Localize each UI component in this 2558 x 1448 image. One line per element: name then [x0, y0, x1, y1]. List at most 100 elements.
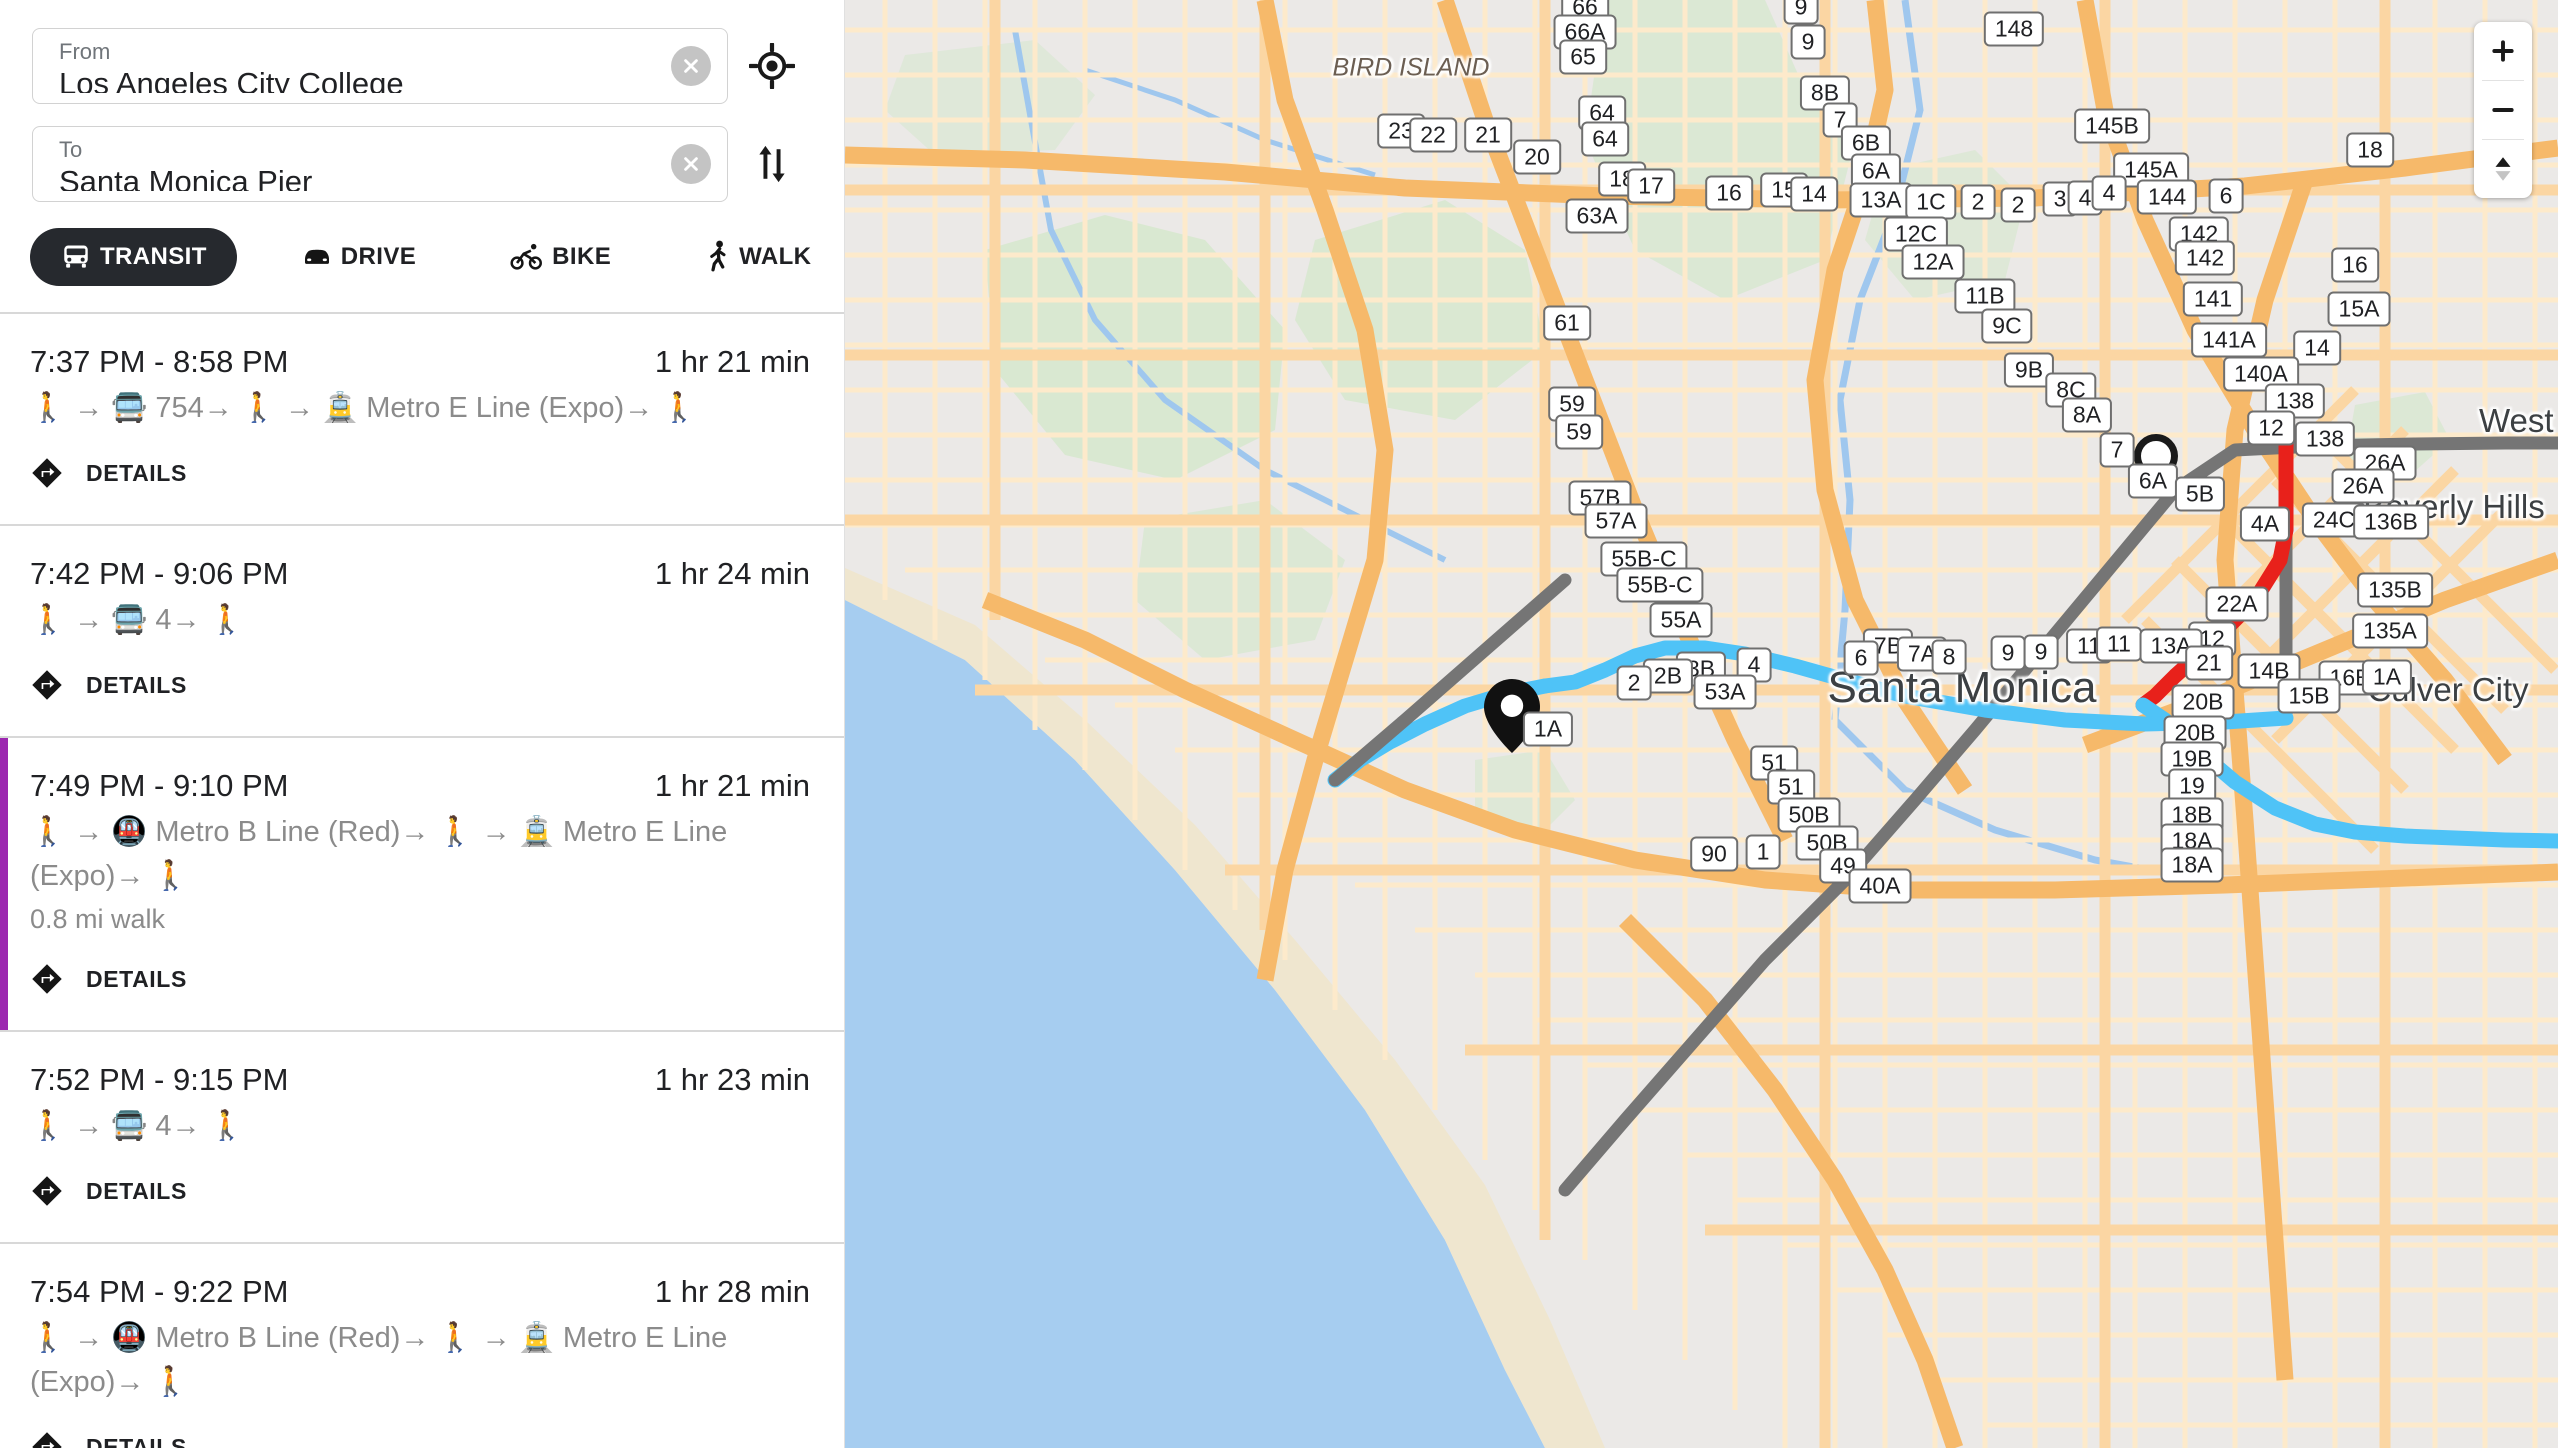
- tab-bike-label: BIKE: [552, 243, 612, 270]
- map-canvas[interactable]: BurbankGlendaleLos AngelesSanta MonicaWe…: [845, 0, 2558, 1448]
- my-location-button[interactable]: [728, 43, 816, 89]
- highway-exit-badge: 13A: [1849, 182, 1913, 218]
- highway-exit-badge: 40A: [1848, 868, 1912, 904]
- details-button[interactable]: DETAILS: [30, 1174, 810, 1208]
- highway-exit-badge: 8: [1931, 639, 1967, 675]
- highway-exit-badge: 20B: [2171, 684, 2235, 720]
- directions-icon: [32, 458, 62, 488]
- highway-exit-badge: 21: [1464, 117, 1512, 153]
- tab-bike[interactable]: BIKE: [480, 228, 641, 286]
- route-duration: 1 hr 23 min: [654, 1062, 810, 1097]
- highway-exit-badge: 8A: [2061, 397, 2113, 433]
- to-field[interactable]: To Santa Monica Pier: [32, 126, 728, 202]
- highway-exit-badge: 55B-C: [1616, 567, 1704, 603]
- highway-exit-badge: 15B: [2277, 678, 2341, 714]
- swap-endpoints-button[interactable]: [728, 141, 816, 187]
- details-button[interactable]: DETAILS: [30, 1430, 810, 1448]
- highway-exit-badge: 2: [1616, 665, 1652, 701]
- route-time: 7:52 PM - 9:15 PM: [30, 1062, 289, 1097]
- directions-icon: [32, 1432, 62, 1448]
- from-clear-icon[interactable]: [671, 46, 711, 86]
- highway-exit-badge: 6: [1843, 640, 1879, 676]
- plus-icon: [2492, 40, 2514, 62]
- tab-drive[interactable]: DRIVE: [271, 228, 446, 286]
- highway-exit-badge: 17: [1627, 168, 1675, 204]
- from-field[interactable]: From Los Angeles City College: [32, 28, 728, 104]
- from-label: From: [59, 39, 111, 64]
- highway-exit-badge: 4: [2091, 175, 2127, 211]
- highway-exit-badge: 18: [2346, 132, 2394, 168]
- tab-walk[interactable]: WALK: [675, 228, 841, 286]
- highway-exit-badge: 18A: [2160, 847, 2224, 883]
- highway-exit-badge: 22A: [2205, 586, 2269, 622]
- highway-exit-badge: 141A: [2191, 322, 2267, 358]
- to-label: To: [59, 137, 83, 162]
- highway-exit-badge: 12: [2247, 410, 2295, 446]
- zoom-out-button[interactable]: [2474, 81, 2532, 139]
- map-zoom-controls: [2474, 22, 2532, 198]
- minus-icon: [2492, 108, 2514, 112]
- highway-exit-badge: 11: [2096, 626, 2142, 662]
- highway-exit-badge: 144: [2136, 179, 2198, 215]
- route-option[interactable]: 7:42 PM - 9:06 PM 1 hr 24 min 🚶 → 🚍 4→ 🚶…: [0, 526, 844, 738]
- highway-exit-badge: 148: [1983, 11, 2045, 47]
- route-legs: 🚶 → 🚍 4→ 🚶: [30, 604, 245, 636]
- swap-vertical-icon: [759, 145, 785, 183]
- route-legs: 🚶 → 🚍 754→ 🚶 → 🚊 Metro E Line (Expo)→ 🚶: [30, 392, 698, 424]
- route-legs: 🚶 → 🚍 4→ 🚶: [30, 1110, 245, 1142]
- to-row: To Santa Monica Pier: [0, 126, 844, 202]
- directions-sidebar: From Los Angeles City College To Santa M…: [0, 0, 845, 1448]
- highway-exit-badge: 2: [1960, 184, 1996, 220]
- route-option-selected[interactable]: 7:49 PM - 9:10 PM 1 hr 21 min 🚶 → 🚇 Metr…: [0, 738, 844, 1032]
- highway-exit-badge: 9: [1790, 24, 1826, 60]
- tilt-button[interactable]: [2474, 140, 2532, 198]
- map-basemap: [845, 0, 2558, 1448]
- highway-exit-badge: 6A: [2127, 463, 2179, 499]
- route-header: 7:54 PM - 9:22 PM 1 hr 28 min: [30, 1274, 810, 1310]
- zoom-in-button[interactable]: [2474, 22, 2532, 80]
- highway-exit-badge: 22: [1409, 117, 1457, 153]
- travel-mode-tabs: TRANSIT DRIVE BIKE WALK: [0, 202, 844, 286]
- highway-exit-badge: 6: [2208, 178, 2244, 214]
- tab-transit[interactable]: TRANSIT: [30, 228, 237, 286]
- details-button[interactable]: DETAILS: [30, 962, 810, 996]
- field-spacer: [0, 104, 844, 126]
- route-legs: 🚶 → 🚇 Metro B Line (Red)→ 🚶 → 🚊 Metro E …: [30, 816, 728, 892]
- details-label: DETAILS: [86, 459, 187, 486]
- details-button[interactable]: DETAILS: [30, 668, 810, 702]
- route-duration: 1 hr 21 min: [654, 344, 810, 379]
- highway-exit-badge: 142: [2174, 240, 2236, 276]
- details-label: DETAILS: [86, 1177, 187, 1204]
- highway-exit-badge: 1C: [1905, 184, 1957, 220]
- highway-exit-badge: 12A: [1901, 244, 1965, 280]
- details-button[interactable]: DETAILS: [30, 456, 810, 490]
- highway-exit-badge: 7: [2099, 432, 2135, 468]
- route-option[interactable]: 7:37 PM - 8:58 PM 1 hr 21 min 🚶 → 🚍 754→…: [0, 314, 844, 526]
- highway-exit-badge: 1A: [2361, 659, 2413, 695]
- highway-exit-badge: 20: [1513, 139, 1561, 175]
- highway-exit-badge: 135B: [2357, 572, 2433, 608]
- highway-exit-badge: 136B: [2353, 504, 2429, 540]
- highway-exit-badge: 57A: [1584, 503, 1648, 539]
- highway-exit-badge: 65: [1559, 39, 1607, 75]
- route-header: 7:49 PM - 9:10 PM 1 hr 21 min: [30, 768, 810, 804]
- highway-exit-badge: 14: [2293, 330, 2341, 366]
- search-panel: From Los Angeles City College To Santa M…: [0, 0, 844, 314]
- route-duration: 1 hr 21 min: [654, 768, 810, 803]
- route-results-list: 7:37 PM - 8:58 PM 1 hr 21 min 🚶 → 🚍 754→…: [0, 314, 844, 1448]
- route-time: 7:42 PM - 9:06 PM: [30, 556, 289, 591]
- car-icon: [304, 249, 329, 264]
- route-header: 7:52 PM - 9:15 PM 1 hr 23 min: [30, 1062, 810, 1098]
- to-clear-icon[interactable]: [671, 144, 711, 184]
- highway-exit-badge: 55A: [1649, 602, 1713, 638]
- from-value: Los Angeles City College: [59, 66, 404, 93]
- highway-exit-badge: 5B: [2174, 476, 2226, 512]
- route-option[interactable]: 7:52 PM - 9:15 PM 1 hr 23 min 🚶 → 🚍 4→ 🚶…: [0, 1032, 844, 1244]
- highway-exit-badge: 9: [2023, 634, 2059, 670]
- tab-transit-label: TRANSIT: [100, 243, 207, 270]
- route-option[interactable]: 7:54 PM - 9:22 PM 1 hr 28 min 🚶 → 🚇 Metr…: [0, 1244, 844, 1448]
- from-row: From Los Angeles City College: [0, 28, 844, 104]
- highway-exit-badge: 9: [1783, 0, 1819, 25]
- details-label: DETAILS: [86, 1433, 187, 1448]
- highway-exit-badge: 59: [1555, 414, 1603, 450]
